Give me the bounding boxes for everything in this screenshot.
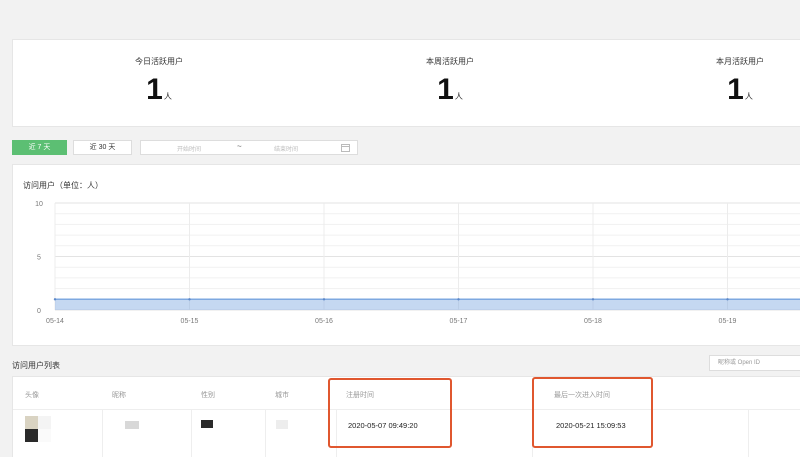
x-tick-label: 05-19 [719, 318, 737, 325]
stat-month-value: 1 [727, 73, 744, 106]
register-time-highlight-box [328, 378, 452, 448]
start-date-input[interactable]: 开始时间 [177, 144, 201, 153]
y-tick-label: 0 [37, 308, 41, 315]
visitor-list-title: 访问用户列表 [12, 361, 60, 370]
last-7-days-button[interactable]: 近 7 天 [12, 140, 67, 155]
data-point [457, 298, 460, 301]
stats-card: 今日活跃用户 1人 本周活跃用户 1人 本月活跃用户 1人 [12, 39, 800, 127]
last-30-days-button[interactable]: 近 30 天 [73, 140, 132, 155]
stat-today-value: 1 [146, 73, 163, 106]
nickname-redacted [125, 421, 139, 429]
search-input[interactable] [709, 355, 800, 371]
visitors-chart: 0 5 10 05-14 05-15 05-16 05-17 05-18 05-19 [35, 201, 800, 325]
stat-today-unit: 人 [163, 92, 172, 101]
stat-month-label: 本月活跃用户 [716, 57, 764, 66]
series-area [55, 299, 800, 310]
x-tick-label: 05-17 [450, 318, 468, 325]
stat-week-label: 本周活跃用户 [426, 57, 474, 66]
x-tick-label: 05-16 [315, 318, 333, 325]
y-tick-label: 5 [37, 255, 41, 262]
date-range-picker[interactable]: 开始时间 ~ 结束时间 [140, 140, 358, 155]
calendar-icon[interactable] [341, 144, 350, 152]
data-point [53, 298, 57, 301]
column-header-gender: 性别 [201, 392, 215, 399]
gender-value [201, 420, 213, 428]
data-point [322, 298, 326, 301]
column-divider [748, 409, 749, 457]
stat-week-value: 1 [437, 73, 454, 106]
column-header-avatar: 头像 [25, 392, 39, 399]
visitors-chart-card: 访问用户（单位：人） 0 5 10 05-14 05-15 05-16 05-17 05-18… [12, 164, 800, 346]
column-divider [102, 409, 103, 457]
data-point [591, 298, 595, 301]
x-tick-label: 05-15 [181, 318, 199, 325]
y-tick-label: 10 [35, 201, 43, 208]
column-divider [191, 409, 192, 457]
data-point [188, 298, 191, 301]
column-header-nickname: 昵称 [112, 392, 126, 399]
x-tick-label: 05-14 [46, 318, 64, 325]
avatar [25, 416, 51, 442]
column-divider [265, 409, 266, 457]
city-redacted [276, 420, 288, 429]
data-point [726, 298, 729, 301]
stat-month-unit: 人 [744, 92, 753, 101]
stat-today-label: 今日活跃用户 [135, 57, 183, 66]
column-header-city: 城市 [275, 392, 289, 399]
last-visit-time-highlight-box [532, 377, 653, 448]
x-tick-label: 05-18 [584, 318, 602, 325]
end-date-input[interactable]: 结束时间 [274, 144, 298, 153]
stat-month: 本月活跃用户 1人 [660, 40, 800, 105]
stat-week-unit: 人 [454, 92, 463, 101]
visitor-table: 头像 昵称 性别 城市 注册时间 最后一次进入时间 2020-05-07 09:… [12, 376, 800, 457]
date-range-separator: ~ [237, 142, 242, 151]
stat-week: 本周活跃用户 1人 [370, 40, 530, 105]
stat-today: 今日活跃用户 1人 [79, 40, 239, 105]
